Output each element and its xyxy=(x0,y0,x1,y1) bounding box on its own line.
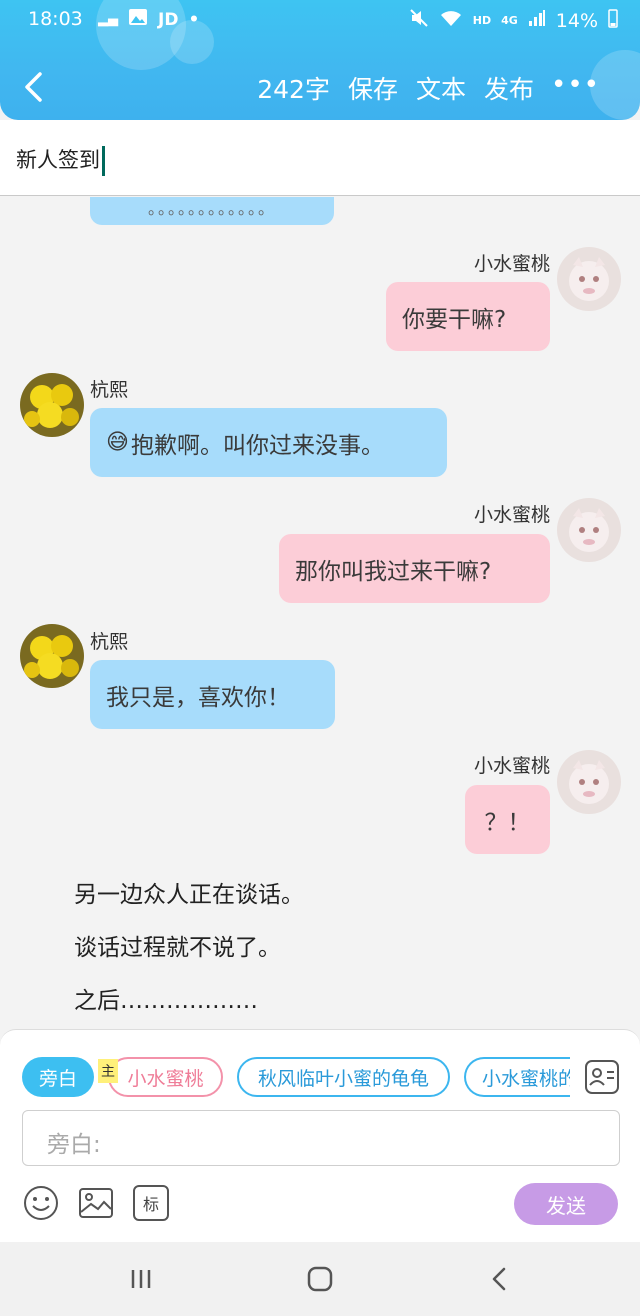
text-button[interactable]: 文本 xyxy=(416,70,466,106)
grin-sweat-emoji-icon: 😅 xyxy=(106,430,129,455)
role-chip-narrator[interactable]: 旁白 xyxy=(22,1057,94,1097)
signal-icon xyxy=(528,9,546,32)
image-icon xyxy=(128,8,148,31)
composer-panel: 旁白 小水蜜桃 主 秋风临叶小蜜的龟龟 小水蜜桃的 旁白: 标 发送 xyxy=(0,1029,640,1242)
mark-label: 标 xyxy=(142,1195,159,1214)
app-header: 18:03 ▂▄ JD • HD 4G 14% 242字 保存 文本 发布 ••… xyxy=(0,0,640,120)
mute-icon xyxy=(409,8,429,33)
narration-line[interactable]: 另一边众人正在谈话。 xyxy=(74,875,304,909)
bubble-text: 我只是，喜欢你！ xyxy=(106,684,290,711)
battery-icon xyxy=(608,8,618,33)
sender-name: 小水蜜桃 xyxy=(473,253,550,275)
chat-bubble[interactable]: 我只是，喜欢你！ xyxy=(90,660,335,729)
bubble-text: 。。。。。。。。。。。。 xyxy=(147,199,276,218)
chat-area[interactable]: 。。。。。。。。。。。。 小水蜜桃 你要干嘛? 杭熙 😅 抱歉啊。叫你过来没事。… xyxy=(0,197,640,1029)
main-role-badge: 主 xyxy=(98,1059,118,1083)
chat-bubble[interactable]: 那你叫我过来干嘛? xyxy=(279,534,550,603)
avatar-xiaoshuimitao[interactable] xyxy=(557,498,621,562)
input-placeholder: 旁白: xyxy=(47,1132,101,1158)
word-count: 242字 xyxy=(257,75,330,104)
contact-card-icon xyxy=(585,1060,619,1094)
send-button[interactable]: 发送 xyxy=(514,1183,618,1225)
sender-name: 杭熙 xyxy=(90,631,129,653)
image-button[interactable] xyxy=(78,1185,114,1221)
bubble-text: 抱歉啊。叫你过来没事。 xyxy=(130,432,384,459)
avatar-hangxi[interactable] xyxy=(20,624,84,688)
sender-name: 小水蜜桃 xyxy=(473,504,550,526)
bubble-text: ？！ xyxy=(484,809,531,836)
role-chip-xiaoshuimitao-2[interactable]: 小水蜜桃的 xyxy=(464,1057,570,1097)
chat-bubble[interactable]: 。。。。。。。。。。。。 xyxy=(90,197,334,225)
role-manager-button[interactable] xyxy=(584,1059,620,1095)
avatar-hangxi[interactable] xyxy=(20,373,84,437)
bubble-text: 那你叫我过来干嘛? xyxy=(295,558,492,585)
back-button[interactable] xyxy=(18,70,52,104)
image-icon xyxy=(79,1188,113,1218)
bubble-text: 你要干嘛? xyxy=(402,306,507,333)
chevron-left-icon xyxy=(492,1267,506,1291)
sender-name: 小水蜜桃 xyxy=(473,755,550,777)
home-button[interactable] xyxy=(305,1264,335,1294)
smiley-icon xyxy=(24,1186,58,1220)
title-bar: 新人签到 xyxy=(0,120,640,196)
title-text: 新人签到 xyxy=(16,148,100,172)
title-input[interactable]: 新人签到 xyxy=(16,144,105,176)
chat-bubble[interactable]: ？！ xyxy=(465,785,550,854)
recent-apps-button[interactable] xyxy=(126,1264,156,1294)
narration-line[interactable]: 谈话过程就不说了。 xyxy=(74,928,281,962)
publish-button[interactable]: 发布 xyxy=(484,70,534,106)
chat-bubble[interactable]: 😅 抱歉啊。叫你过来没事。 xyxy=(90,408,447,477)
signal-weak-icon: ▂▄ xyxy=(98,12,118,27)
hd-indicator: HD xyxy=(472,14,492,27)
home-icon xyxy=(307,1266,333,1292)
more-options-button[interactable]: ••• xyxy=(551,70,600,100)
emoji-button[interactable] xyxy=(23,1185,59,1221)
avatar-xiaoshuimitao[interactable] xyxy=(557,750,621,814)
sender-name: 杭熙 xyxy=(90,379,129,401)
mark-button[interactable]: 标 xyxy=(133,1185,169,1221)
system-back-button[interactable] xyxy=(485,1264,515,1294)
avatar-xiaoshuimitao[interactable] xyxy=(557,247,621,311)
notification-dot: • xyxy=(188,9,200,30)
role-chip-qiufeng[interactable]: 秋风临叶小蜜的龟龟 xyxy=(237,1057,450,1097)
system-navbar xyxy=(0,1242,640,1316)
text-caret xyxy=(102,146,105,176)
wifi-icon xyxy=(439,9,463,32)
narration-line[interactable]: 之后……………… xyxy=(74,981,258,1015)
battery-level: 14% xyxy=(555,9,598,32)
jd-app-icon: JD xyxy=(158,9,179,30)
editor-toolbar: 242字 保存 文本 发布 ••• xyxy=(0,60,640,116)
chat-bubble[interactable]: 你要干嘛? xyxy=(386,282,550,351)
network-type: 4G xyxy=(501,14,518,27)
role-chip-xiaoshuimitao[interactable]: 小水蜜桃 xyxy=(108,1057,223,1097)
recent-apps-icon xyxy=(131,1270,151,1288)
message-input[interactable]: 旁白: xyxy=(22,1110,620,1166)
back-arrow-icon xyxy=(25,72,42,102)
status-bar: 18:03 ▂▄ JD • HD 4G 14% xyxy=(0,0,640,40)
status-time: 18:03 xyxy=(28,8,83,30)
save-button[interactable]: 保存 xyxy=(348,70,398,106)
